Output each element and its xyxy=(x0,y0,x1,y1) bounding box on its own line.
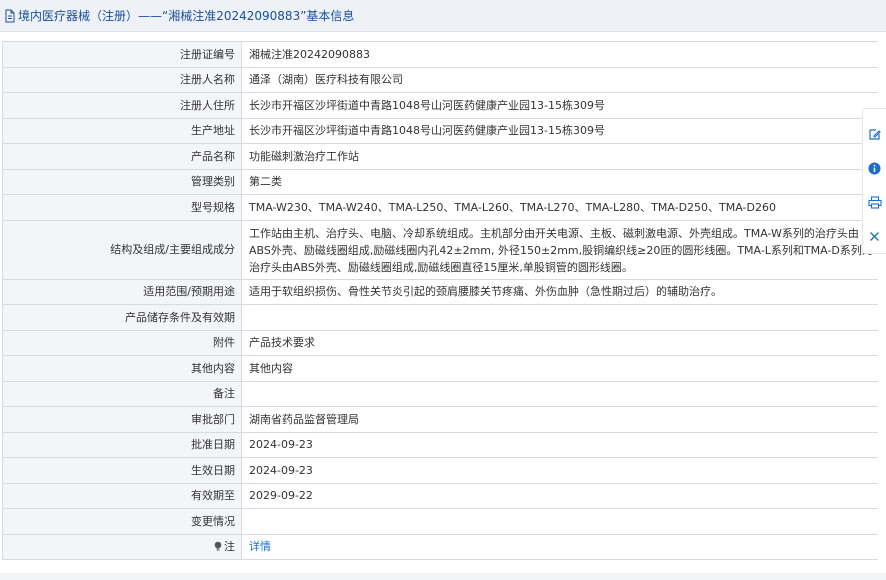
table-row: 备注 xyxy=(3,381,878,407)
floating-toolbar xyxy=(862,108,886,254)
row-value: 湖南省药品监督管理局 xyxy=(249,412,359,426)
note-label: 注 xyxy=(224,540,235,554)
table-row: 注册人名称 通泽（湖南）医疗科技有限公司 xyxy=(3,67,878,93)
row-label: 适用范围/预期用途 xyxy=(3,279,242,304)
row-value: 长沙市开福区沙坪街道中青路1048号山河医药健康产业园13-15栋309号 xyxy=(249,124,605,138)
lightbulb-icon xyxy=(214,541,222,551)
row-value: 湘械注准20242090883 xyxy=(249,47,370,61)
table-row: 有效期至 2029-09-22 xyxy=(3,483,878,509)
table-row: 注册人住所 长沙市开福区沙坪街道中青路1048号山河医药健康产业园13-15栋3… xyxy=(3,93,878,119)
document-icon xyxy=(5,9,15,22)
table-row: 适用范围/预期用途 适用于软组织损伤、骨性关节炎引起的颈肩腰膝关节疼痛、外伤血肿… xyxy=(3,279,878,305)
row-value: 功能磁刺激治疗工作站 xyxy=(249,149,359,163)
row-value: 2024-09-23 xyxy=(249,463,313,477)
table-row: 管理类别 第二类 xyxy=(3,169,878,195)
info-icon xyxy=(868,162,881,174)
table-row: 产品储存条件及有效期 xyxy=(3,305,878,331)
close-button[interactable] xyxy=(865,219,885,253)
row-label: 附件 xyxy=(3,330,242,355)
print-button[interactable] xyxy=(865,185,885,219)
row-value: 适用于软组织损伤、骨性关节炎引起的颈肩腰膝关节疼痛、外伤血肿（急性期过后）的辅助… xyxy=(249,285,722,299)
row-value: 长沙市开福区沙坪街道中青路1048号山河医药健康产业园13-15栋309号 xyxy=(249,98,605,112)
details-link[interactable]: 详情 xyxy=(249,538,271,555)
table-row: 附件 产品技术要求 xyxy=(3,330,878,356)
row-label: 其他内容 xyxy=(3,356,242,381)
row-label: 管理类别 xyxy=(3,169,242,194)
row-label: 生效日期 xyxy=(3,458,242,483)
table-row: 生产地址 长沙市开福区沙坪街道中青路1048号山河医药健康产业园13-15栋30… xyxy=(3,118,878,144)
row-label: 型号规格 xyxy=(3,195,242,220)
table-row: 型号规格 TMA-W230、TMA-W240、TMA-L250、TMA-L260… xyxy=(3,195,878,221)
row-value xyxy=(242,382,878,407)
row-label: 生产地址 xyxy=(3,118,242,143)
table-row: 注册证编号 湘械注准20242090883 xyxy=(3,42,878,68)
close-icon xyxy=(870,231,879,241)
row-label-note: 注 xyxy=(3,534,242,559)
info-button[interactable] xyxy=(865,151,885,185)
print-icon xyxy=(867,195,882,209)
row-value: 其他内容 xyxy=(249,361,293,375)
row-label: 审批部门 xyxy=(3,407,242,432)
row-label: 有效期至 xyxy=(3,483,242,508)
table-row: 产品名称 功能磁刺激治疗工作站 xyxy=(3,144,878,170)
row-value: 详情 xyxy=(242,535,878,560)
page-title: 境内医疗器械（注册）——“湘械注准20242090883”基本信息 xyxy=(18,9,355,23)
row-label: 批准日期 xyxy=(3,432,242,457)
edit-icon xyxy=(869,128,881,140)
row-value xyxy=(242,509,878,534)
row-value: 2024-09-23 xyxy=(249,438,313,452)
table-row: 变更情况 xyxy=(3,509,878,535)
bottom-scroll-area xyxy=(0,573,886,580)
table-row: 生效日期 2024-09-23 xyxy=(3,458,878,484)
table-row: 结构及组成/主要组成成分 工作站由主机、治疗头、电脑、冷却系统组成。主机部分由开… xyxy=(3,220,878,280)
detail-table: 注册证编号 湘械注准20242090883 注册人名称 通泽（湖南）医疗科技有限… xyxy=(2,41,878,560)
row-label: 备注 xyxy=(3,381,242,406)
table-row: 审批部门 湖南省药品监督管理局 xyxy=(3,407,878,433)
row-label: 结构及组成/主要组成成分 xyxy=(3,220,242,279)
row-label: 注册人住所 xyxy=(3,93,242,118)
table-row: 注 详情 xyxy=(3,534,878,560)
row-label: 注册人名称 xyxy=(3,67,242,92)
row-label: 产品储存条件及有效期 xyxy=(3,305,242,330)
row-value: TMA-W230、TMA-W240、TMA-L250、TMA-L260、TMA-… xyxy=(249,200,776,214)
row-value: 工作站由主机、治疗头、电脑、冷却系统组成。主机部分由开关电源、主板、磁刺激电源、… xyxy=(249,226,873,274)
row-value: 2029-09-22 xyxy=(249,489,313,503)
row-label: 注册证编号 xyxy=(3,42,242,67)
table-row: 批准日期 2024-09-23 xyxy=(3,432,878,458)
row-value: 第二类 xyxy=(249,175,282,189)
row-label: 产品名称 xyxy=(3,144,242,169)
page-header: 境内医疗器械（注册）——“湘械注准20242090883”基本信息 xyxy=(0,0,886,32)
row-value xyxy=(242,305,878,330)
table-row: 其他内容 其他内容 xyxy=(3,356,878,382)
row-value: 产品技术要求 xyxy=(249,336,315,350)
row-value: 通泽（湖南）医疗科技有限公司 xyxy=(249,73,403,87)
edit-button[interactable] xyxy=(865,117,885,151)
row-label: 变更情况 xyxy=(3,509,242,534)
